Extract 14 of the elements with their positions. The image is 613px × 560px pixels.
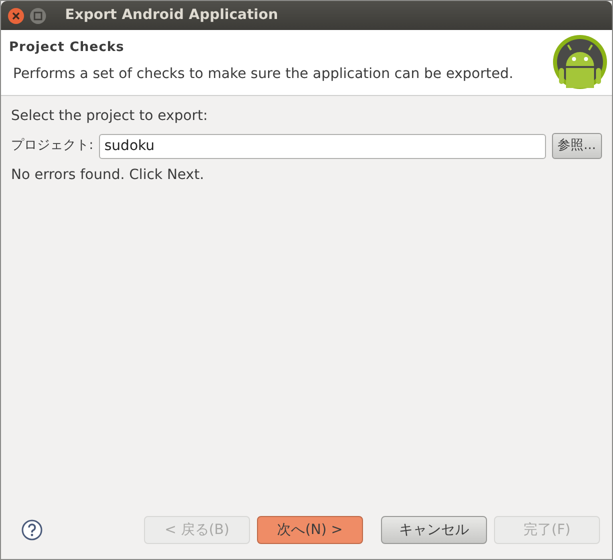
close-icon[interactable] (7, 6, 25, 24)
window-title: Export Android Application (65, 6, 278, 25)
android-logo-icon (552, 34, 608, 90)
field-label: プロジェクト: (11, 137, 94, 156)
dialog-button[interactable]: 次へ(N) > (257, 516, 363, 544)
status-text: No errors found. Click Next. (11, 166, 206, 185)
browse-button[interactable]: 参照... (552, 133, 602, 159)
project-field[interactable]: sudoku (99, 134, 546, 158)
help-icon[interactable] (21, 519, 43, 541)
dialog-button[interactable]: キャンセル (381, 516, 487, 544)
page-description: Performs a set of checks to make sure the application can be exported. (13, 64, 514, 84)
prompt-text: Select the project to export: (11, 107, 209, 126)
maximize-icon[interactable] (29, 6, 47, 24)
page-title: Project Checks (9, 39, 126, 57)
